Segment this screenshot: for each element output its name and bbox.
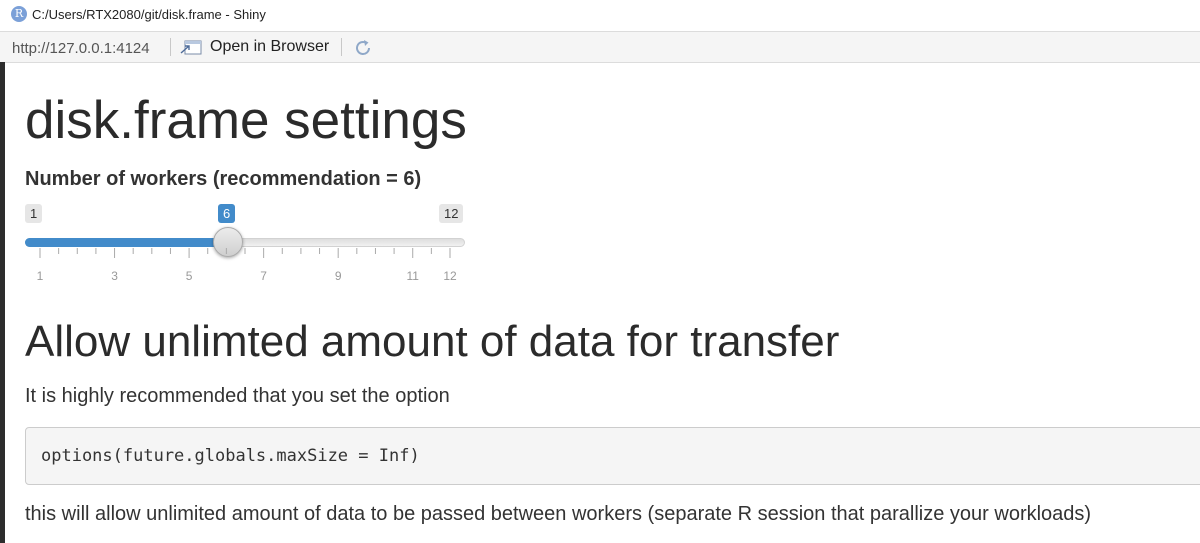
slider-label: Number of workers (recommendation = 6) (25, 168, 422, 190)
r-logo-icon: R (11, 6, 27, 22)
slider-tick-label: 1 (36, 269, 44, 283)
url-text[interactable]: http://127.0.0.1:4124 (12, 40, 150, 57)
window-titlebar: R C:/Users/RTX2080/git/disk.frame - Shin… (0, 0, 1200, 30)
slider-max-badge: 12 (439, 204, 464, 223)
window-edge (0, 62, 5, 543)
slider-tick-label: 11 (406, 269, 419, 283)
viewer-toolbar: http://127.0.0.1:4124 Open in Browser (0, 31, 1200, 63)
slider-min-badge: 1 (25, 204, 43, 223)
page-title: disk.frame settings (25, 91, 467, 150)
section-title: Allow unlimted amount of data for transf… (25, 317, 840, 366)
note-text: this will allow unlimited amount of data… (25, 503, 1092, 525)
slider-tick-label: 12 (443, 269, 457, 283)
intro-text: It is highly recommended that you set th… (25, 385, 450, 407)
open-in-browser-button[interactable]: Open in Browser (180, 35, 329, 59)
refresh-icon[interactable] (352, 37, 374, 59)
open-in-browser-label: Open in Browser (210, 38, 330, 55)
slider-fill (25, 238, 228, 247)
toolbar-divider (341, 38, 342, 56)
slider-value-badge: 6 (218, 204, 236, 223)
slider-tick-label: 3 (111, 269, 118, 283)
code-text: options(future.globals.maxSize = Inf) (41, 446, 420, 466)
toolbar-divider (170, 38, 171, 56)
slider-tick-label: 5 (185, 269, 193, 283)
window-title: C:/Users/RTX2080/git/disk.frame - Shiny (32, 7, 266, 22)
slider-tick-label: 9 (334, 269, 342, 283)
slider-tick-label: 7 (260, 269, 267, 283)
code-block: options(future.globals.maxSize = Inf) (25, 427, 1200, 485)
open-window-icon (180, 40, 202, 55)
